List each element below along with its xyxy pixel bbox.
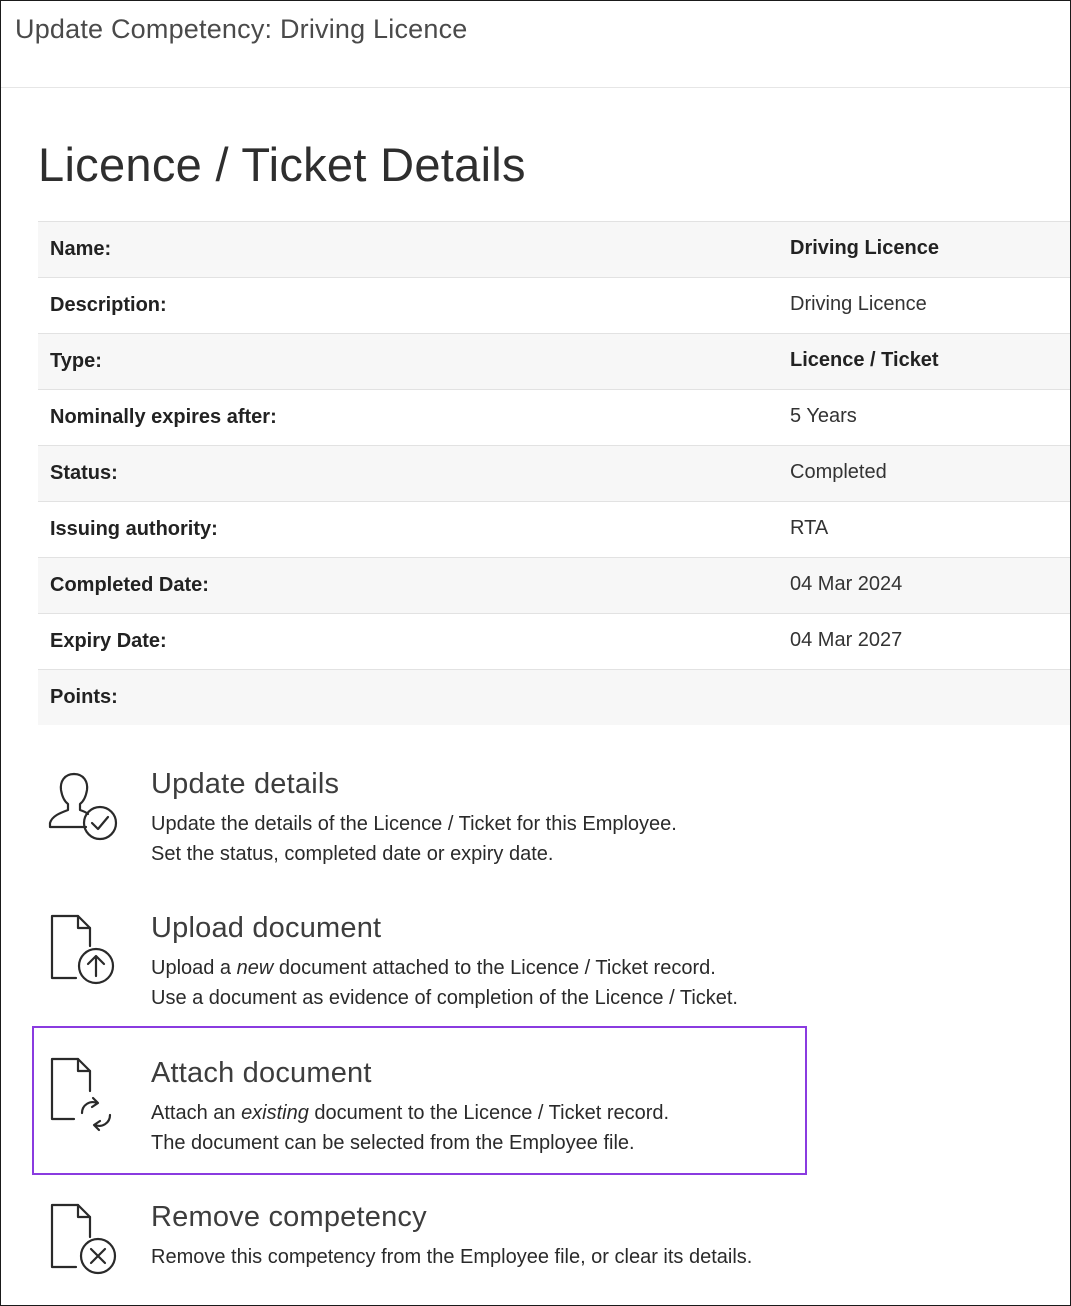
detail-value: 04 Mar 2027 bbox=[790, 629, 903, 651]
upload-document-desc-2: Use a document as evidence of completion… bbox=[151, 987, 738, 1009]
detail-row-completed-date: Completed Date: 04 Mar 2024 bbox=[38, 558, 1070, 614]
detail-row-name: Name: Driving Licence bbox=[38, 222, 1070, 278]
document-upload-icon bbox=[50, 914, 115, 985]
detail-value: Driving Licence bbox=[790, 293, 927, 315]
detail-value: 5 Years bbox=[790, 405, 857, 427]
document-remove-icon bbox=[50, 1203, 117, 1275]
detail-row-issuing-authority: Issuing authority: RTA bbox=[38, 502, 1070, 558]
detail-row-description: Description: Driving Licence bbox=[38, 278, 1070, 334]
modal-header: Update Competency: Driving Licence bbox=[1, 1, 1070, 88]
remove-competency-title[interactable]: Remove competency bbox=[151, 1201, 427, 1234]
upload-document-title[interactable]: Upload document bbox=[151, 912, 381, 945]
detail-label: Expiry Date: bbox=[50, 630, 167, 652]
update-details-action[interactable]: Update details Update the details of the… bbox=[38, 768, 798, 898]
detail-row-type: Type: Licence / Ticket bbox=[38, 334, 1070, 390]
detail-label: Completed Date: bbox=[50, 574, 209, 596]
detail-label: Points: bbox=[50, 686, 118, 708]
modal-dialog: Update Competency: Driving Licence Licen… bbox=[0, 0, 1071, 1306]
update-details-desc-2: Set the status, completed date or expiry… bbox=[151, 843, 554, 865]
detail-value: RTA bbox=[790, 517, 829, 539]
detail-row-status: Status: Completed bbox=[38, 446, 1070, 502]
detail-label: Type: bbox=[50, 350, 102, 372]
detail-value: 04 Mar 2024 bbox=[790, 573, 903, 595]
upload-document-action[interactable]: Upload document Upload a new document at… bbox=[38, 912, 798, 1042]
detail-value: Driving Licence bbox=[790, 237, 939, 259]
detail-value: Completed bbox=[790, 461, 887, 483]
detail-row-expiry-date: Expiry Date: 04 Mar 2027 bbox=[38, 614, 1070, 670]
update-details-title[interactable]: Update details bbox=[151, 768, 339, 801]
remove-competency-action[interactable]: Remove competency Remove this competency… bbox=[38, 1201, 798, 1305]
selection-highlight bbox=[32, 1026, 807, 1175]
detail-label: Description: bbox=[50, 294, 167, 316]
remove-competency-desc-1: Remove this competency from the Employee… bbox=[151, 1246, 753, 1268]
update-details-desc-1: Update the details of the Licence / Tick… bbox=[151, 813, 677, 835]
detail-row-expires-after: Nominally expires after: 5 Years bbox=[38, 390, 1070, 446]
detail-label: Status: bbox=[50, 462, 118, 484]
user-check-icon bbox=[48, 772, 118, 841]
details-table: Name: Driving Licence Description: Drivi… bbox=[38, 221, 1070, 725]
detail-value: Licence / Ticket bbox=[790, 349, 939, 371]
section-title: Licence / Ticket Details bbox=[38, 138, 526, 191]
detail-row-points: Points: bbox=[38, 670, 1070, 725]
detail-label: Nominally expires after: bbox=[50, 406, 277, 428]
modal-title: Update Competency: Driving Licence bbox=[15, 14, 468, 44]
detail-label: Name: bbox=[50, 238, 112, 260]
upload-document-desc-1: Upload a new document attached to the Li… bbox=[151, 957, 716, 979]
detail-label: Issuing authority: bbox=[50, 518, 218, 540]
